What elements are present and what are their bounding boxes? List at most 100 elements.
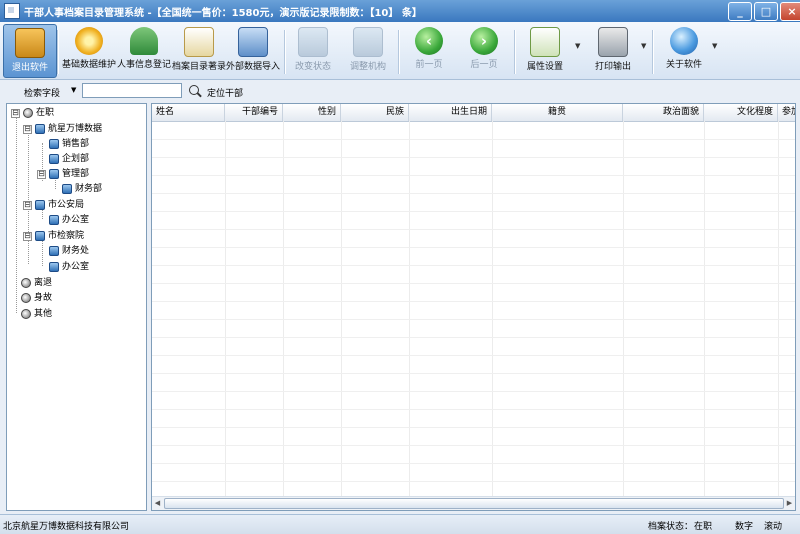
locate-cadre-label[interactable]: 定位干部 <box>207 86 243 99</box>
tree-node-active[interactable]: ⊟ 在职 <box>11 106 54 120</box>
toolbar-separator <box>514 30 516 74</box>
grid-row-line <box>152 157 795 158</box>
about-button[interactable]: 关于软件 <box>661 24 707 76</box>
column-header-education[interactable]: 文化程度 <box>704 104 778 121</box>
exit-icon <box>15 28 45 58</box>
toolbar-separator <box>57 30 59 74</box>
tree-line <box>16 117 17 313</box>
status-bar: 北京航星万博数据科技有限公司 档案状态： 在职 数字 滚动 <box>0 514 800 534</box>
num-lock-indicator: 数字 <box>735 522 754 532</box>
gear-icon <box>75 27 103 55</box>
archive-state-label: 档案状态： <box>648 522 694 532</box>
adjust-org-button[interactable]: 调整机构 <box>345 24 391 76</box>
minimize-button[interactable]: _ <box>728 2 752 21</box>
properties-label: 属性设置 <box>526 62 563 72</box>
column-header-id[interactable]: 干部编号 <box>225 104 283 121</box>
external-import-button[interactable]: 外部数据导入 <box>226 24 280 76</box>
collapse-icon[interactable]: ⊟ <box>23 200 32 210</box>
tree-node-label: 市公安局 <box>48 200 85 210</box>
prev-page-label: 前一页 <box>415 60 443 70</box>
tree-node-procuratorate[interactable]: ⊟ 市检察院 <box>23 229 84 243</box>
adjust-org-icon <box>353 27 383 57</box>
search-icon[interactable] <box>189 85 199 95</box>
personnel-register-button[interactable]: 人事信息登记 <box>117 24 171 76</box>
next-page-icon: › <box>470 27 498 55</box>
tree-node-hangxing[interactable]: ⊟ 航星万博数据 <box>23 122 102 136</box>
print-button[interactable]: 打印输出 <box>590 24 636 76</box>
about-icon <box>670 27 698 55</box>
grid-row-line <box>152 427 795 428</box>
collapse-icon[interactable]: ⊟ <box>23 124 32 134</box>
adjust-org-label: 调整机构 <box>349 62 386 72</box>
tree-node-finance-office[interactable]: 财务处 <box>49 244 89 258</box>
external-import-label: 外部数据导入 <box>226 62 281 72</box>
tree-node-management[interactable]: ⊟ 管理部 <box>37 167 89 181</box>
archive-catalog-label: 档案目录著录 <box>172 62 227 72</box>
tree-node-label: 财务部 <box>75 184 103 194</box>
prev-page-icon: ‹ <box>415 27 443 55</box>
search-bar: 检索字段 ▼ 定位干部 <box>0 80 800 102</box>
exit-button[interactable]: 退出软件 <box>3 24 57 78</box>
tree-node-label: 办公室 <box>62 215 90 225</box>
app-icon <box>4 3 20 19</box>
toolbar: 退出软件 基础数据维护 人事信息登记 档案目录著录 外部数据导入 改变状态 调整… <box>0 22 800 80</box>
scroll-thumb[interactable] <box>164 498 784 509</box>
archive-catalog-button[interactable]: 档案目录著录 <box>172 24 226 76</box>
tree-node-deceased[interactable]: 身故 <box>21 291 52 305</box>
tree-node-other[interactable]: 其他 <box>21 307 52 321</box>
window-title: 干部人事档案目录管理系统 -【全国统一售价：1580元，演示版记录限制数：【10… <box>24 7 422 19</box>
collapse-icon[interactable]: ⊟ <box>23 231 32 241</box>
collapse-icon[interactable]: ⊟ <box>37 169 46 179</box>
tree-node-office[interactable]: 办公室 <box>49 260 89 274</box>
column-header-gender[interactable]: 性别 <box>283 104 341 121</box>
tree-node-office[interactable]: 办公室 <box>49 213 89 227</box>
column-header-native-place[interactable]: 籍贯 <box>492 104 623 121</box>
grid-row-line <box>152 265 795 266</box>
properties-button[interactable]: 属性设置 <box>522 24 568 76</box>
grid-row-line <box>152 373 795 374</box>
base-data-button[interactable]: 基础数据维护 <box>61 24 117 76</box>
column-header-join-date[interactable]: 参加 <box>778 104 795 121</box>
tree-node-label: 市检察院 <box>48 231 85 241</box>
title-bar: 干部人事档案目录管理系统 -【全国统一售价：1580元，演示版记录限制数：【10… <box>0 0 800 22</box>
print-dropdown-arrow-icon[interactable]: ▼ <box>641 42 646 50</box>
tree-node-sales[interactable]: 销售部 <box>49 137 89 151</box>
personnel-register-label: 人事信息登记 <box>117 60 172 70</box>
about-dropdown-arrow-icon[interactable]: ▼ <box>712 42 717 50</box>
column-header-name[interactable]: 姓名 <box>152 104 225 121</box>
tree-node-label: 在职 <box>36 108 55 118</box>
search-input[interactable] <box>82 83 182 98</box>
prev-page-button[interactable]: ‹ 前一页 <box>406 24 452 76</box>
change-state-button[interactable]: 改变状态 <box>290 24 336 76</box>
org-icon <box>35 124 45 134</box>
data-grid: 姓名 干部编号 性别 民族 出生日期 籍贯 政治面貌 文化程度 参加 ◀ ▶ <box>151 103 796 511</box>
column-header-birthdate[interactable]: 出生日期 <box>409 104 492 121</box>
org-icon <box>49 139 59 149</box>
tree-node-retired[interactable]: 离退 <box>21 276 52 290</box>
grid-header: 姓名 干部编号 性别 民族 出生日期 籍贯 政治面貌 文化程度 参加 <box>152 104 795 122</box>
properties-dropdown-arrow-icon[interactable]: ▼ <box>575 42 580 50</box>
collapse-icon[interactable]: ⊟ <box>11 108 20 118</box>
column-header-political-status[interactable]: 政治面貌 <box>623 104 704 121</box>
tree-node-label: 航星万博数据 <box>48 124 103 134</box>
next-page-label: 后一页 <box>470 60 498 70</box>
grid-row-line <box>152 283 795 284</box>
tree-node-label: 管理部 <box>62 169 90 179</box>
tree-node-public-security[interactable]: ⊟ 市公安局 <box>23 198 84 212</box>
scroll-right-icon[interactable]: ▶ <box>784 498 795 508</box>
search-field-label: 检索字段 <box>24 89 61 99</box>
next-page-button[interactable]: › 后一页 <box>461 24 507 76</box>
maximize-button[interactable]: □ <box>754 2 778 21</box>
root-node-icon <box>23 108 33 118</box>
org-icon <box>49 262 59 272</box>
tree-node-finance-dept[interactable]: 财务部 <box>62 182 102 196</box>
change-state-label: 改变状态 <box>294 62 331 72</box>
org-icon <box>35 200 45 210</box>
column-header-ethnicity[interactable]: 民族 <box>341 104 409 121</box>
close-button[interactable]: × <box>780 2 800 21</box>
scroll-lock-indicator: 滚动 <box>764 522 783 532</box>
tree-node-planning[interactable]: 企划部 <box>49 152 89 166</box>
horizontal-scrollbar[interactable]: ◀ ▶ <box>152 496 795 510</box>
chevron-down-icon[interactable]: ▼ <box>71 86 76 94</box>
scroll-left-icon[interactable]: ◀ <box>152 498 163 508</box>
